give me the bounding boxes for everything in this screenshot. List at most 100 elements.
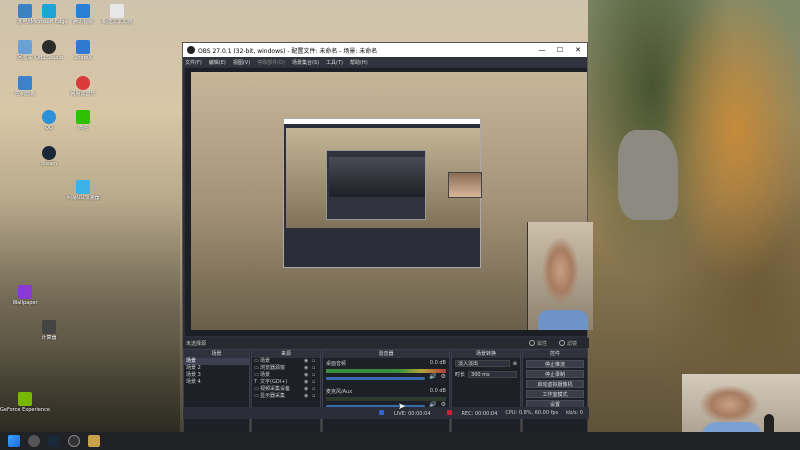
windows-start-icon[interactable]	[8, 435, 20, 447]
volume-meter	[326, 369, 446, 373]
taskbar	[0, 432, 800, 450]
transition-select[interactable]: 淡入淡出	[455, 360, 510, 367]
source-item[interactable]: ▭ 视频采集设备 ◉ ▫	[252, 386, 320, 393]
geforce-icon	[18, 392, 32, 406]
close-button[interactable]: ✕	[569, 46, 587, 54]
netease-music-icon	[76, 76, 90, 90]
channel-name: 麦克风/Aux	[326, 389, 353, 395]
scene-item[interactable]: 场景 3	[184, 372, 249, 379]
stop-recording-button[interactable]: 停止录制	[526, 370, 584, 378]
uu-accelerator-icon	[76, 180, 90, 194]
tencent-video-icon	[76, 4, 90, 18]
source-item[interactable]: ▭ 场景 ◉ ▫	[252, 372, 320, 379]
obs-titlebar[interactable]: OBS 27.0.1 (32-bit, windows) - 配置文件: 未命名…	[183, 43, 587, 57]
filter-icon	[558, 340, 565, 346]
webcam-feed	[527, 222, 593, 330]
control-panel-icon	[18, 76, 32, 90]
menu-docks[interactable]: 停靠部件(D)	[257, 59, 285, 66]
source-item[interactable]: T 文字(GDI+) ◉ ▫	[252, 379, 320, 386]
mixer-channel-desktop: 桌面音频 0.0 dB 🔊 ⚙	[323, 358, 449, 386]
lock-icon[interactable]: ▫	[312, 379, 320, 386]
channel-db: 0.0 dB	[429, 388, 446, 394]
eye-icon[interactable]: ◉	[304, 393, 312, 400]
scene-item[interactable]: 场景	[184, 358, 249, 365]
no-source-selected-label: 未选择源	[186, 340, 207, 347]
menu-scene-collection[interactable]: 场景集合(S)	[292, 59, 319, 66]
eye-icon[interactable]: ◉	[304, 358, 312, 365]
qq-icon	[42, 110, 56, 124]
filters-button[interactable]: 滤镜	[558, 340, 577, 347]
eye-icon[interactable]: ◉	[304, 386, 312, 393]
wallpaper-icon	[18, 285, 32, 299]
desktop-icon-wechat[interactable]: 微信	[58, 110, 108, 131]
add-transition-icon[interactable]: ⊕	[513, 361, 517, 367]
desktop-icon-steam[interactable]: Steam	[24, 146, 74, 167]
start-virtual-camera-button[interactable]: 启动虚拟摄像机	[526, 380, 584, 388]
search-icon[interactable]	[28, 435, 40, 447]
minimize-button[interactable]: —	[533, 46, 551, 54]
wallpaper-rock	[618, 130, 678, 220]
window-title: OBS 27.0.1 (32-bit, windows) - 配置文件: 未命名…	[198, 47, 378, 55]
desktop-icon-netease-music[interactable]: 网易云音乐	[58, 76, 108, 97]
lock-icon[interactable]: ▫	[312, 393, 320, 400]
studio-mode-button[interactable]: 工作室模式	[526, 390, 584, 398]
obs-icon	[42, 40, 56, 54]
menu-tools[interactable]: 工具(T)	[326, 59, 343, 66]
menu-edit[interactable]: 编辑(E)	[209, 59, 226, 66]
obs-taskbar-icon[interactable]	[68, 435, 80, 447]
scenes-header: 场景	[184, 350, 249, 358]
channel-db: 0.0 dB	[429, 360, 446, 366]
steam-icon	[42, 146, 56, 160]
desktop-icon-sharex[interactable]: ShareX	[58, 40, 108, 61]
eye-icon[interactable]: ◉	[304, 372, 312, 379]
lock-icon[interactable]: ▫	[312, 365, 320, 372]
menu-view[interactable]: 视图(V)	[233, 59, 250, 66]
desktop-icon-wallpaper[interactable]: Wallpaper	[0, 285, 50, 306]
menu-help[interactable]: 帮助(H)	[350, 59, 368, 66]
lock-icon[interactable]: ▫	[312, 358, 320, 365]
properties-label: 属性	[536, 340, 547, 347]
preview-canvas[interactable]	[185, 68, 593, 336]
source-item[interactable]: ▭ 显示器采集 ◉ ▫	[252, 393, 320, 400]
desktop-icon-text-document[interactable]: 新建文本文档	[92, 4, 142, 25]
scene-item[interactable]: 场景 2	[184, 365, 249, 372]
duration-input[interactable]: 300 ms	[468, 371, 517, 378]
volume-meter	[326, 397, 446, 401]
preview-desktop-capture	[191, 72, 593, 330]
bitrate-status: kb/s: 0	[566, 410, 583, 416]
obs-window: OBS 27.0.1 (32-bit, windows) - 配置文件: 未命名…	[182, 42, 593, 447]
filters-label: 滤镜	[566, 340, 577, 347]
sharex-icon	[76, 40, 90, 54]
volume-slider[interactable]	[326, 376, 426, 380]
desktop-icon-control-panel[interactable]: 控制面板	[0, 76, 50, 97]
source-item[interactable]: ▭ 浏览器源窗 ◉ ▫	[252, 365, 320, 372]
menu-file[interactable]: 文件(F)	[185, 59, 202, 66]
steam-taskbar-icon[interactable]	[48, 435, 60, 447]
record-indicator-icon	[446, 409, 452, 415]
desktop-icon-geforce[interactable]: GeForce Experience	[0, 392, 50, 413]
eye-icon[interactable]: ◉	[304, 379, 312, 386]
lock-icon[interactable]: ▫	[312, 386, 320, 393]
source-item[interactable]: ▭ 场景 ◉ ▫	[252, 358, 320, 365]
edge-icon	[42, 4, 56, 18]
channel-name: 桌面音频	[326, 361, 347, 367]
gear-icon	[528, 340, 535, 346]
app-taskbar-icon[interactable]	[88, 435, 100, 447]
sources-header: 来源	[252, 350, 320, 358]
properties-button[interactable]: 属性	[528, 340, 547, 347]
desktop-icon-uu-accelerator[interactable]: 网易UU加速器	[58, 180, 108, 201]
scene-item[interactable]: 场景 4	[184, 379, 249, 386]
desktop-icon-calculator[interactable]: 计算器	[24, 320, 74, 341]
speaker-icon[interactable]: 🔊	[429, 373, 436, 380]
source-toolbar: 未选择源 属性 滤镜	[183, 338, 589, 348]
obs-logo-icon	[187, 46, 195, 54]
maximize-button[interactable]: ☐	[551, 46, 569, 54]
stop-streaming-button[interactable]: 停止推流	[526, 360, 584, 368]
eye-icon[interactable]: ◉	[304, 365, 312, 372]
lock-icon[interactable]: ▫	[312, 372, 320, 379]
live-indicator-icon	[378, 409, 384, 415]
nested-webcam-feed	[448, 172, 482, 198]
text-document-icon	[110, 4, 124, 18]
gear-icon[interactable]: ⚙	[441, 373, 446, 380]
menu-bar: 文件(F) 编辑(E) 视图(V) 停靠部件(D) 场景集合(S) 工具(T) …	[183, 57, 587, 67]
